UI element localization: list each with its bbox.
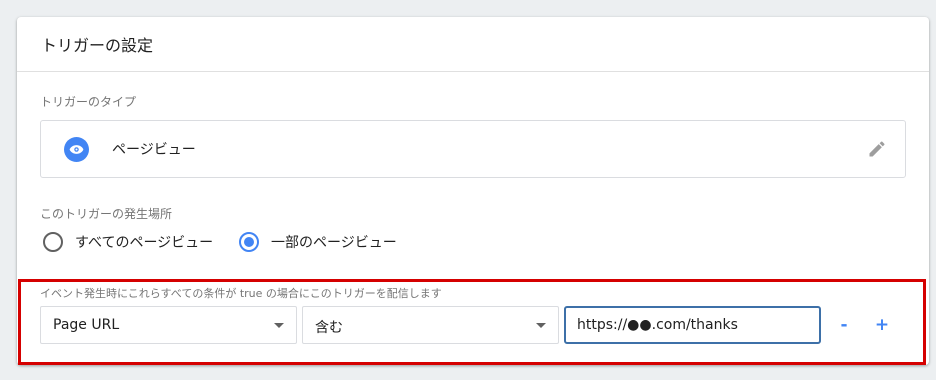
pencil-icon[interactable] [867,139,887,159]
trigger-type-selector[interactable]: ページビュー [40,120,906,178]
variable-select-value: Page URL [53,317,120,333]
trigger-type-name: ページビュー [112,142,196,158]
card-header: トリガーの設定 [17,17,929,72]
condition-value-input[interactable] [564,306,821,344]
operator-select[interactable]: 含む [302,306,559,344]
radio-all-pageviews[interactable]: すべてのページビュー [43,232,213,252]
radio-some-pageviews-label: 一部のページビュー [271,235,397,251]
eye-icon [64,137,89,162]
condition-description: イベント発生時にこれらすべての条件が true の場合にこのトリガーを配信します [40,287,442,300]
dropdown-arrow-icon [536,323,546,328]
page-title: トリガーの設定 [41,36,154,55]
radio-all-pageviews-label: すべてのページビュー [75,235,214,251]
variable-select[interactable]: Page URL [40,306,297,344]
radio-some-pageviews[interactable]: 一部のページビュー [239,232,397,252]
dropdown-arrow-icon [274,323,284,328]
operator-select-value: 含む [315,320,343,336]
radio-button-unchecked[interactable] [43,232,63,252]
trigger-type-label: トリガーのタイプ [40,95,137,109]
fire-on-label: このトリガーの発生場所 [40,207,173,221]
remove-condition-button[interactable]: - [831,312,857,338]
radio-button-checked[interactable] [239,232,259,252]
add-condition-button[interactable]: + [869,312,895,338]
